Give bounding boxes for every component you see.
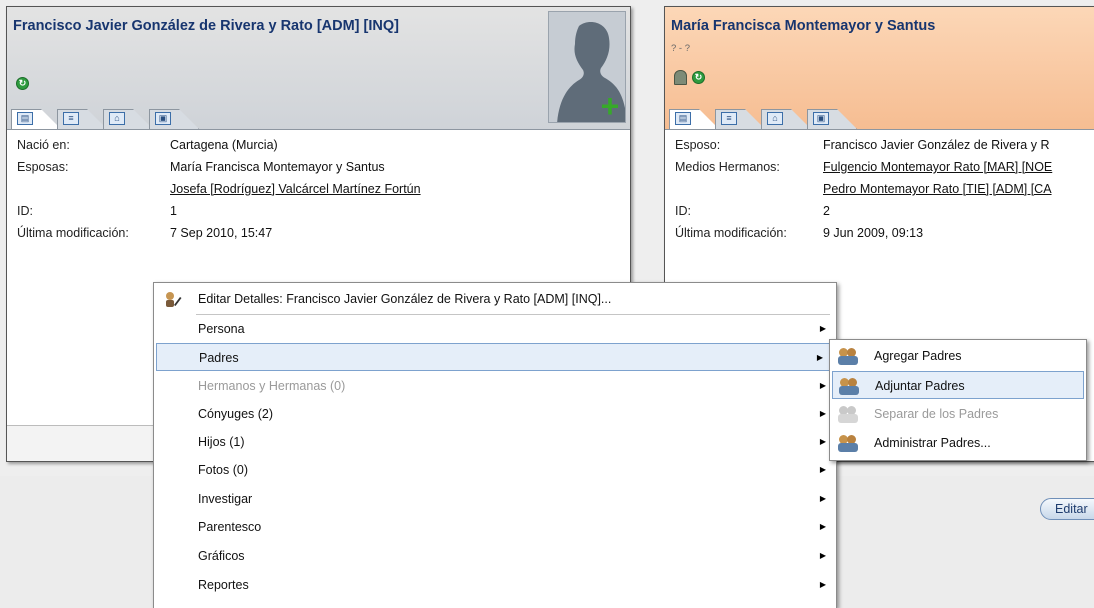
submenu-arrow-icon: ▶ [819,324,826,333]
tab-details[interactable]: ▤ [669,109,719,129]
refresh-status-icon[interactable]: ↻ [692,71,705,84]
husband-label: Esposo: [675,138,721,152]
menu-item-graficos[interactable]: Gráficos ▶ [154,542,836,570]
modified-label: Última modificación: [17,226,129,240]
add-parents-icon [838,347,858,365]
context-menu: Editar Detalles: Francisco Javier Gonzál… [153,282,837,608]
list-icon: ≡ [721,112,737,125]
modified-value: 9 Jun 2009, 09:13 [823,226,924,240]
menu-item-padres[interactable]: Padres ▶ [156,343,834,371]
half-sibling-link[interactable]: Fulgencio Montemayor Rato [MAR] [NOE [823,158,1052,176]
picture-icon: ▣ [813,112,829,125]
menu-item-label: Administrar Padres... [874,436,991,450]
manage-parents-icon [838,434,858,452]
menu-item-adjuntar-padres[interactable]: Adjuntar Padres [832,371,1084,399]
submenu-arrow-icon: ▶ [819,494,826,503]
life-dates: ? - ? [671,43,691,54]
half-siblings-label: Medios Hermanos: [675,160,780,174]
edit-button[interactable]: Editar [1040,498,1094,520]
spouses-label: Esposas: [17,160,69,174]
card-tabs: ▤ ≡ ⌂ ▣ [11,109,199,129]
submenu-arrow-icon: ▶ [819,551,826,560]
submenu-arrow-icon: ▶ [819,409,826,418]
menu-item-label: Agregar Padres [874,349,962,363]
submenu-arrow-icon: ▶ [816,353,823,362]
half-sibling-link[interactable]: Pedro Montemayor Rato [TIE] [ADM] [CA [823,180,1052,198]
menu-item-separar-padres[interactable]: Separar de los Padres [830,400,1086,428]
picture-icon: ▣ [155,112,171,125]
menu-item-persona[interactable]: Persona ▶ [154,315,836,343]
menu-item-conyuges[interactable]: Cónyuges (2) ▶ [154,400,836,428]
card-header: Francisco Javier González de Rivera y Ra… [7,7,630,129]
menu-item-agregar-padres[interactable]: Agregar Padres [830,342,1086,370]
portrait-placeholder[interactable]: + [548,11,626,123]
id-card-icon: ▤ [675,112,691,125]
refresh-status-icon[interactable]: ↻ [16,77,29,90]
tab-events[interactable]: ≡ [715,109,765,129]
tab-family[interactable]: ⌂ [103,109,153,129]
menu-item-label: Gráficos [198,549,245,563]
spouse-link[interactable]: Josefa [Rodríguez] Valcárcel Martínez Fo… [170,180,421,198]
attach-parents-icon [839,377,859,395]
edit-person-icon [166,292,182,307]
menu-item-investigar[interactable]: Investigar ▶ [154,485,836,513]
menu-item-edit-details[interactable]: Editar Detalles: Francisco Javier Gonzál… [154,285,836,313]
submenu-arrow-icon: ▶ [819,437,826,446]
person-name[interactable]: Francisco Javier González de Rivera y Ra… [13,18,399,34]
menu-item-administrar-padres[interactable]: Administrar Padres... [830,429,1086,457]
menu-item-fotos[interactable]: Fotos (0) ▶ [154,456,836,484]
card-header: María Francisca Montemayor y Santus ? - … [665,7,1094,129]
tab-details[interactable]: ▤ [11,109,61,129]
tab-media[interactable]: ▣ [149,109,199,129]
menu-item-hermanos[interactable]: Hermanos y Hermanas (0) ▶ [154,372,836,400]
menu-item-label: Hermanos y Hermanas (0) [198,379,346,393]
id-card-icon: ▤ [17,112,33,125]
person-name[interactable]: María Francisca Montemayor y Santus [671,18,935,34]
menu-item-label: Editar Detalles: Francisco Javier Gonzál… [198,292,612,306]
menu-item-label: Persona [198,322,245,336]
menu-item-label: Investigar [198,492,253,506]
house-icon: ⌂ [767,112,783,125]
spouse-value: María Francisca Montemayor y Santus [170,160,385,174]
submenu-arrow-icon: ▶ [819,522,826,531]
submenu-arrow-icon: ▶ [819,381,826,390]
menu-item-label: Padres [199,351,239,365]
menu-item-label: Cónyuges (2) [198,407,274,421]
menu-item-label: Hijos (1) [198,435,245,449]
list-icon: ≡ [63,112,79,125]
menu-item-label: Separar de los Padres [874,407,999,421]
gravestone-icon [674,70,687,85]
id-value: 1 [170,204,177,218]
id-label: ID: [17,204,33,218]
submenu-arrow-icon: ▶ [819,580,826,589]
menu-item-label: Fotos (0) [198,463,249,477]
menu-item-label: Reportes [198,578,249,592]
tab-family[interactable]: ⌂ [761,109,811,129]
id-value: 2 [823,204,830,218]
padres-submenu: Agregar Padres Adjuntar Padres Separar d… [829,339,1087,461]
add-photo-icon[interactable]: + [597,90,623,122]
house-icon: ⌂ [109,112,125,125]
modified-value: 7 Sep 2010, 15:47 [170,226,273,240]
menu-item-hijos[interactable]: Hijos (1) ▶ [154,428,836,456]
tab-media[interactable]: ▣ [807,109,857,129]
submenu-arrow-icon: ▶ [819,465,826,474]
menu-item-parentesco[interactable]: Parentesco ▶ [154,513,836,541]
menu-item-label: Adjuntar Padres [875,379,965,393]
husband-value: Francisco Javier González de Rivera y R [823,138,1050,152]
menu-item-label: Parentesco [198,520,262,534]
card-tabs: ▤ ≡ ⌂ ▣ [669,109,857,129]
birthplace-value: Cartagena (Murcia) [170,138,278,152]
menu-item-reportes[interactable]: Reportes ▶ [154,571,836,599]
birthplace-label: Nació en: [17,138,70,152]
modified-label: Última modificación: [675,226,787,240]
tab-events[interactable]: ≡ [57,109,107,129]
id-label: ID: [675,204,691,218]
detach-parents-icon [838,405,858,423]
